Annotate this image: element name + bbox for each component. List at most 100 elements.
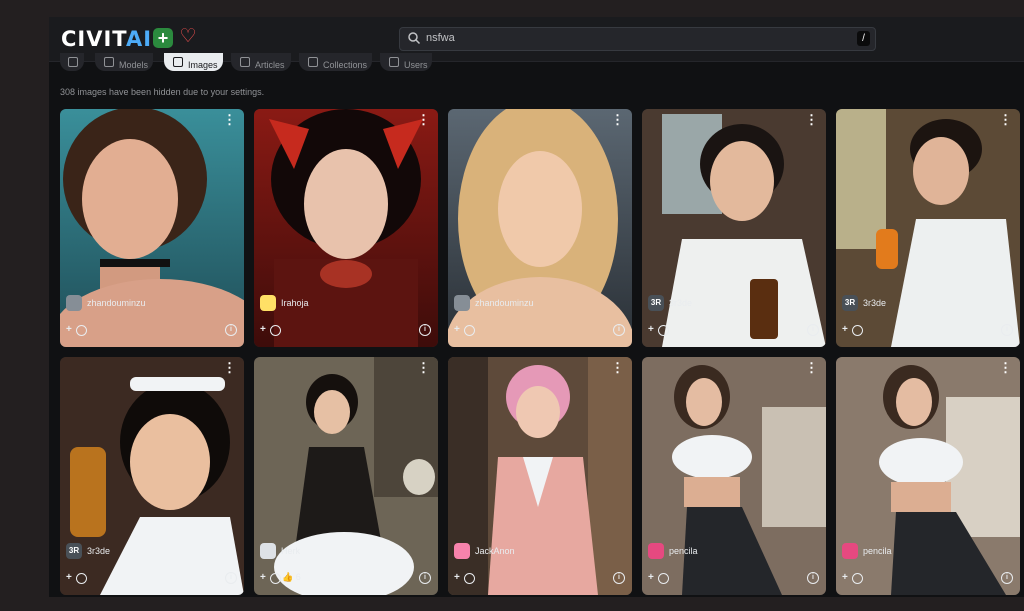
info-icon[interactable]: i	[225, 572, 237, 584]
tab-users[interactable]: Users	[380, 53, 432, 71]
user-avatar	[842, 543, 858, 559]
add-reaction-icon[interactable]: +	[260, 572, 266, 583]
add-reaction-icon[interactable]: +	[842, 572, 848, 583]
image-card[interactable]: ⋮ 3R 3r3de + i	[60, 357, 244, 595]
image-card[interactable]: ⋮ Herk + 👍 6 i	[254, 357, 438, 595]
tab-collections[interactable]: Collections	[299, 53, 372, 71]
image-card[interactable]: ⋮ pencila + i	[836, 357, 1020, 595]
image-card[interactable]: ⋮ zhandouminzu + i	[60, 109, 244, 347]
add-reaction-icon[interactable]: +	[66, 324, 72, 335]
user-avatar: 3R	[842, 295, 858, 311]
info-icon[interactable]: i	[613, 572, 625, 584]
add-reaction-icon[interactable]: +	[648, 572, 654, 583]
card-menu-icon[interactable]: ⋮	[999, 113, 1012, 126]
info-icon[interactable]: i	[1001, 324, 1013, 336]
username[interactable]: JackAnon	[475, 546, 515, 556]
user-avatar	[454, 543, 470, 559]
app-window: CIVITAI + ♡ nsfwa / Models Images Articl…	[49, 17, 1024, 597]
tab-models[interactable]: Models	[95, 53, 153, 71]
username[interactable]: zhandouminzu	[475, 298, 534, 308]
image-thumbnail[interactable]	[642, 109, 826, 347]
card-menu-icon[interactable]: ⋮	[805, 113, 818, 126]
smile-icon[interactable]	[658, 573, 669, 584]
image-thumbnail[interactable]	[254, 109, 438, 347]
logo-civit-text: CIVIT	[61, 27, 126, 51]
support-heart-button[interactable]: ♡	[178, 26, 198, 48]
card-menu-icon[interactable]: ⋮	[611, 361, 624, 374]
username[interactable]: zhandouminzu	[87, 298, 146, 308]
add-reaction-icon[interactable]: +	[842, 324, 848, 335]
image-card[interactable]: ⋮ JackAnon + i	[448, 357, 632, 595]
tab-collections-label: Collections	[323, 60, 368, 70]
smile-icon[interactable]	[464, 325, 475, 336]
card-menu-icon[interactable]: ⋮	[611, 113, 624, 126]
heart-icon: ♡	[179, 26, 197, 47]
username[interactable]: Irahoja	[281, 298, 309, 308]
search-icon	[408, 32, 421, 45]
add-reaction-icon[interactable]: +	[454, 572, 460, 583]
create-button[interactable]: +	[153, 28, 173, 48]
add-reaction-icon[interactable]: +	[648, 324, 654, 335]
image-thumbnail[interactable]	[836, 357, 1020, 595]
search-input[interactable]: nsfwa	[426, 32, 455, 44]
info-icon[interactable]: i	[419, 572, 431, 584]
plus-icon: +	[157, 28, 169, 48]
smile-icon[interactable]	[658, 325, 669, 336]
info-icon[interactable]: i	[807, 572, 819, 584]
username[interactable]: 3r3de	[669, 298, 692, 308]
image-thumbnail[interactable]	[60, 357, 244, 595]
user-avatar	[66, 295, 82, 311]
add-reaction-icon[interactable]: +	[260, 324, 266, 335]
add-reaction-icon[interactable]: +	[454, 324, 460, 335]
reaction-count-value: 6	[295, 572, 301, 582]
user-avatar: 3R	[648, 295, 664, 311]
smile-icon[interactable]	[464, 573, 475, 584]
image-thumbnail[interactable]	[254, 357, 438, 595]
reaction-count: 👍 6	[282, 572, 301, 583]
image-thumbnail[interactable]	[448, 357, 632, 595]
collapse-icon	[68, 57, 78, 67]
smile-icon[interactable]	[270, 325, 281, 336]
image-card[interactable]: ⋮ pencila + i	[642, 357, 826, 595]
tab-collapse[interactable]	[60, 53, 84, 71]
card-menu-icon[interactable]: ⋮	[805, 361, 818, 374]
card-menu-icon[interactable]: ⋮	[223, 113, 236, 126]
image-thumbnail[interactable]	[60, 109, 244, 347]
card-menu-icon[interactable]: ⋮	[223, 361, 236, 374]
search-bar[interactable]: nsfwa /	[399, 27, 876, 51]
username[interactable]: Herk	[281, 546, 300, 556]
username[interactable]: 3r3de	[87, 546, 110, 556]
image-thumbnail[interactable]	[642, 357, 826, 595]
images-icon	[173, 57, 183, 67]
info-icon[interactable]: i	[1001, 572, 1013, 584]
add-reaction-icon[interactable]: +	[66, 572, 72, 583]
smile-icon[interactable]	[852, 325, 863, 336]
username[interactable]: 3r3de	[863, 298, 886, 308]
info-icon[interactable]: i	[613, 324, 625, 336]
smile-icon[interactable]	[270, 573, 281, 584]
image-card[interactable]: ⋮ 3R 3r3de + i	[642, 109, 826, 347]
smile-icon[interactable]	[76, 325, 87, 336]
info-icon[interactable]: i	[225, 324, 237, 336]
image-card[interactable]: ⋮ 3R 3r3de + i	[836, 109, 1020, 347]
smile-icon[interactable]	[852, 573, 863, 584]
tab-images[interactable]: Images	[164, 53, 223, 71]
card-menu-icon[interactable]: ⋮	[999, 361, 1012, 374]
info-icon[interactable]: i	[807, 324, 819, 336]
smile-icon[interactable]	[76, 573, 87, 584]
card-menu-icon[interactable]: ⋮	[417, 113, 430, 126]
image-card[interactable]: ⋮ zhandouminzu + i	[448, 109, 632, 347]
tab-articles[interactable]: Articles	[231, 53, 291, 71]
image-thumbnail[interactable]	[836, 109, 1020, 347]
civitai-logo[interactable]: CIVITAI	[61, 27, 152, 51]
username[interactable]: pencila	[669, 546, 698, 556]
image-card[interactable]: ⋮ Irahoja + i	[254, 109, 438, 347]
tab-models-label: Models	[119, 60, 149, 70]
user-avatar	[260, 295, 276, 311]
card-menu-icon[interactable]: ⋮	[417, 361, 430, 374]
info-icon[interactable]: i	[419, 324, 431, 336]
thumbs-up-icon: 👍	[282, 572, 294, 582]
user-avatar	[260, 543, 276, 559]
username[interactable]: pencila	[863, 546, 892, 556]
image-thumbnail[interactable]	[448, 109, 632, 347]
